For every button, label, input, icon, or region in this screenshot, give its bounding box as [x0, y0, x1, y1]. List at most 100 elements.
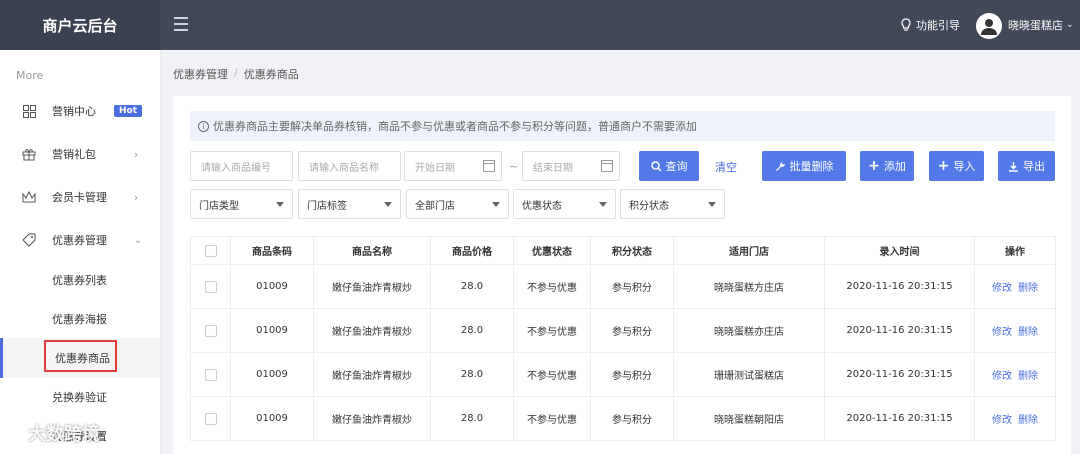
caret-down-icon [384, 202, 392, 207]
plus-icon: + [937, 158, 950, 174]
query-label: 查询 [665, 160, 688, 173]
store-select[interactable]: 全部门店 [406, 189, 509, 219]
cell-points: 参与积分 [590, 396, 674, 441]
table-row: 01009 嫩仔鱼油炸青椒炒 28.0 不参与优惠 参与积分 晓晓蛋糕方庄店 2… [190, 264, 1056, 309]
cell-actions: 修改 删除 [974, 396, 1056, 441]
cell-price: 28.0 [430, 352, 514, 397]
sidebar-subitem-voucher-verify[interactable]: 兑换券验证 [0, 377, 160, 417]
menu-toggle-icon[interactable] [174, 17, 188, 31]
plus-icon: + [868, 158, 880, 174]
delete-link[interactable]: 删除 [1018, 415, 1038, 426]
sidebar-item-marketing-center[interactable]: 营销中心 Hot [0, 91, 160, 131]
end-date-placeholder: 结束日期 [533, 162, 573, 174]
clear-link[interactable]: 清空 [715, 159, 737, 175]
search-icon [650, 160, 662, 172]
watermark-logo-icon [6, 425, 22, 441]
header-store: 适用门店 [673, 236, 825, 265]
download-icon [1009, 161, 1018, 172]
header-points: 积分状态 [590, 236, 674, 265]
end-date-input[interactable]: 结束日期 [522, 151, 620, 181]
guide-label: 功能引导 [916, 19, 960, 32]
add-button[interactable]: + 添加 [860, 151, 914, 181]
caret-down-icon [276, 202, 284, 207]
store-name: 晓晓蛋糕店 [1008, 19, 1063, 32]
cell-points: 参与积分 [590, 264, 674, 309]
row-select-cell [190, 352, 231, 397]
row-select-cell [190, 396, 231, 441]
points-status-select[interactable]: 积分状态 [620, 189, 725, 219]
sidebar-item-coupon-management[interactable]: 优惠券管理 ⌄ [0, 220, 160, 260]
sidebar-subitem-coupon-list[interactable]: 优惠券列表 [0, 260, 160, 300]
row-checkbox[interactable] [204, 412, 217, 425]
discount-status-select[interactable]: 优惠状态 [513, 189, 616, 219]
start-date-input[interactable]: 开始日期 [404, 151, 502, 181]
sidebar-item-label: 营销中心 [52, 105, 96, 118]
cell-code: 01009 [230, 352, 314, 397]
sidebar-more-label: More [16, 69, 44, 82]
breadcrumb: 优惠券管理 / 优惠券商品 [173, 66, 299, 82]
breadcrumb-parent[interactable]: 优惠券管理 [173, 66, 228, 82]
import-label: 导入 [953, 160, 976, 173]
top-bar: 商户云后台 功能引导 晓晓蛋糕店 ⌄ [0, 0, 1080, 50]
guide-button[interactable]: 功能引导 [900, 0, 960, 50]
edit-link[interactable]: 修改 [992, 327, 1012, 338]
app-title: 商户云后台 [0, 0, 160, 50]
cell-time: 2020-11-16 20:31:15 [824, 352, 975, 397]
cell-store: 晓晓蛋糕朝阳店 [673, 396, 825, 441]
chevron-right-icon: › [134, 147, 139, 161]
batch-delete-label: 批量删除 [789, 160, 834, 173]
query-button[interactable]: 查询 [639, 151, 699, 181]
cell-price: 28.0 [430, 396, 514, 441]
product-code-input[interactable]: 请输入商品编号 [190, 151, 293, 181]
row-checkbox[interactable] [204, 280, 217, 293]
sidebar: More 营销中心 Hot 营销礼包 › 会员卡管理 › 优惠券管理 ⌄ 优惠券… [0, 50, 160, 454]
store-tag-value: 门店标签 [307, 200, 347, 212]
grid-icon [22, 104, 36, 118]
notice-bar: i 优惠券商品主要解决单品券核销，商品不参与优惠或者商品不参与积分等问题，普通商… [190, 111, 1055, 141]
lightbulb-icon [901, 18, 911, 31]
main-panel: i 优惠券商品主要解决单品券核销，商品不参与优惠或者商品不参与积分等问题，普通商… [173, 96, 1071, 454]
breadcrumb-current: 优惠券商品 [243, 68, 299, 81]
chevron-down-icon: ⌄ [1066, 20, 1074, 30]
select-all-checkbox[interactable] [204, 244, 217, 257]
edit-link[interactable]: 修改 [992, 371, 1012, 382]
row-checkbox[interactable] [204, 324, 217, 337]
store-value: 全部门店 [415, 200, 455, 212]
batch-delete-button[interactable]: 批量删除 [762, 151, 846, 181]
store-tag-select[interactable]: 门店标签 [298, 189, 401, 219]
cell-code: 01009 [230, 396, 314, 441]
avatar[interactable] [976, 13, 1002, 39]
delete-link[interactable]: 删除 [1018, 327, 1038, 338]
cell-discount: 不参与优惠 [513, 352, 591, 397]
header-actions: 操作 [974, 236, 1056, 265]
header-name: 商品名称 [313, 236, 431, 265]
export-label: 导出 [1023, 160, 1045, 173]
sidebar-item-marketing-gift[interactable]: 营销礼包 › [0, 134, 160, 174]
cell-discount: 不参与优惠 [513, 264, 591, 309]
store-type-value: 门店类型 [199, 200, 239, 212]
sidebar-subitem-label: 兑换券验证 [52, 391, 107, 404]
caret-down-icon [708, 202, 716, 207]
delete-link[interactable]: 删除 [1018, 283, 1038, 294]
cell-store: 晓晓蛋糕方庄店 [673, 264, 825, 309]
store-type-select[interactable]: 门店类型 [190, 189, 293, 219]
discount-status-value: 优惠状态 [522, 200, 562, 212]
sidebar-subitem-coupon-poster[interactable]: 优惠券海报 [0, 299, 160, 339]
cell-price: 28.0 [430, 264, 514, 309]
cell-store: 珊珊测试蛋糕店 [673, 352, 825, 397]
store-name-menu[interactable]: 晓晓蛋糕店 ⌄ [1008, 0, 1074, 50]
product-code-placeholder: 请输入商品编号 [201, 162, 271, 174]
sidebar-item-member-card[interactable]: 会员卡管理 › [0, 177, 160, 217]
row-checkbox[interactable] [204, 368, 217, 381]
delete-link[interactable]: 删除 [1018, 371, 1038, 382]
cell-store: 晓晓蛋糕亦庄店 [673, 308, 825, 353]
table-header-row: 商品条码 商品名称 商品价格 优惠状态 积分状态 适用门店 录入时间 操作 [190, 236, 1056, 265]
export-button[interactable]: 导出 [998, 151, 1055, 181]
add-label: 添加 [883, 160, 906, 173]
edit-link[interactable]: 修改 [992, 415, 1012, 426]
product-name-input[interactable]: 请输入商品名称 [298, 151, 401, 181]
cell-discount: 不参与优惠 [513, 396, 591, 441]
edit-link[interactable]: 修改 [992, 283, 1012, 294]
sidebar-item-label: 营销礼包 [52, 148, 96, 161]
import-button[interactable]: + 导入 [929, 151, 984, 181]
